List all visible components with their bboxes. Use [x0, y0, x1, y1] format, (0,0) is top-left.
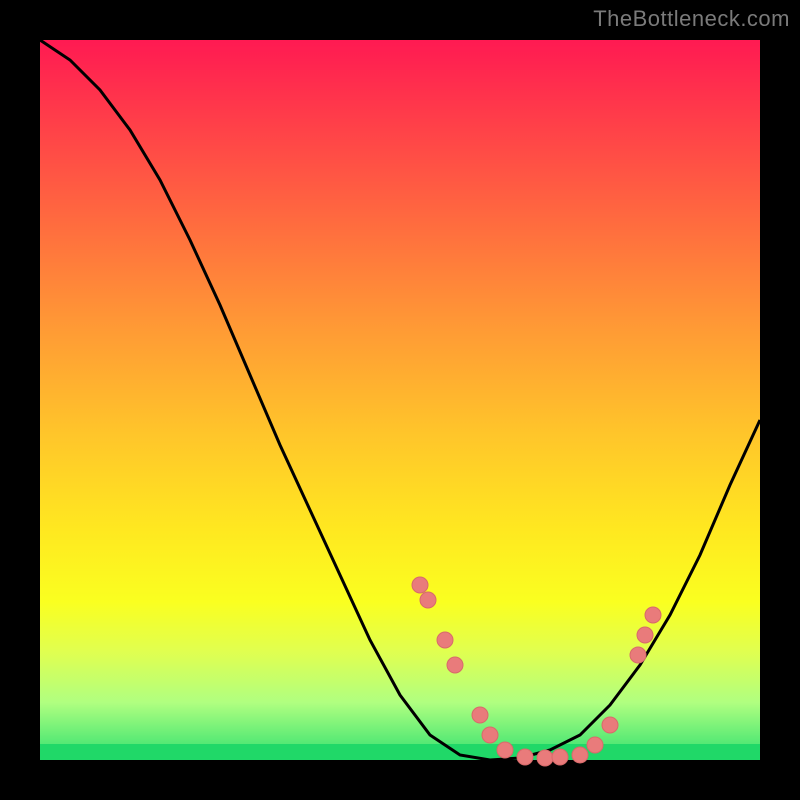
- attribution-text: TheBottleneck.com: [593, 6, 790, 32]
- data-dot: [630, 647, 646, 663]
- bottleneck-curve: [40, 40, 760, 760]
- data-dots: [412, 577, 661, 766]
- data-dot: [412, 577, 428, 593]
- data-dot: [472, 707, 488, 723]
- data-dot: [552, 749, 568, 765]
- chart-container: TheBottleneck.com: [0, 0, 800, 800]
- data-dot: [447, 657, 463, 673]
- data-dot: [537, 750, 553, 766]
- data-dot: [517, 749, 533, 765]
- data-dot: [497, 742, 513, 758]
- curve-svg: [40, 40, 760, 760]
- data-dot: [482, 727, 498, 743]
- plot-area: [40, 40, 760, 760]
- data-dot: [437, 632, 453, 648]
- data-dot: [572, 747, 588, 763]
- data-dot: [602, 717, 618, 733]
- data-dot: [587, 737, 603, 753]
- data-dot: [637, 627, 653, 643]
- data-dot: [420, 592, 436, 608]
- data-dot: [645, 607, 661, 623]
